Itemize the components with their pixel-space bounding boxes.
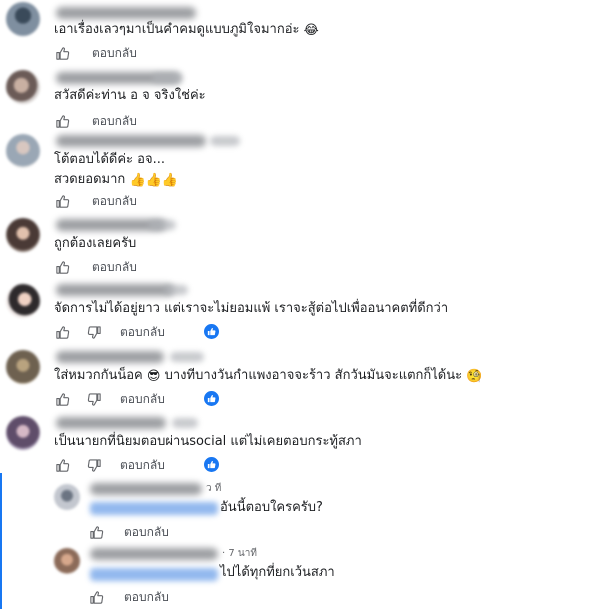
comment-text-part-1: ใส่หมวกกันน็อค (54, 368, 143, 383)
comment-text: ถูกต้องเลยครับ (54, 236, 137, 251)
comment-actions: ตอบกลับ (54, 456, 165, 474)
avatar[interactable] (6, 2, 40, 36)
avatar[interactable] (6, 134, 40, 168)
comment-text-content: เอาเรื่องเลวๆมาเป็นคำคมดูแบบภูมิใจมากอ่ะ (54, 22, 300, 37)
comment-actions: ตอบกลับ (54, 44, 137, 62)
comment-time[interactable] (152, 73, 182, 83)
thumbs-up-icon[interactable] (54, 324, 70, 340)
reply-button[interactable]: ตอบกลับ (124, 523, 169, 542)
comment-text-line-1: โต้ตอบได้ดีค่ะ อจ... (54, 152, 165, 167)
comment-text: ไปได้ทุกที่ยกเว้นสภา (220, 565, 335, 580)
avatar[interactable] (6, 284, 40, 318)
monocle-emoji-icon: 🧐 (466, 369, 483, 384)
avatar[interactable] (6, 70, 40, 104)
comment-text-part-2: บางทีบางวันกำแพงอาจจะร้าว สักวันมันจะแตก… (164, 368, 463, 383)
commenter-name[interactable] (56, 135, 206, 147)
comment-time[interactable]: · 7 นาที (222, 546, 257, 561)
reply-button[interactable]: ตอบกลับ (92, 192, 137, 211)
thumbs-down-icon[interactable] (86, 457, 102, 473)
comment-actions: ตอบกลับ (54, 112, 137, 130)
commenter-name[interactable] (90, 483, 202, 495)
comment-time[interactable] (210, 136, 240, 146)
thumbs-up-icon[interactable] (88, 524, 104, 540)
comment-text: อันนี้ตอบใครครับ? (220, 500, 323, 515)
comment-time[interactable]: ว ที (206, 481, 221, 496)
thumbs-up-icon[interactable] (54, 391, 70, 407)
comment-text: เอาเรื่องเลวๆมาเป็นคำคมดูแบบภูมิใจมากอ่ะ… (54, 20, 319, 40)
reply-button[interactable]: ตอบกลับ (120, 456, 165, 475)
avatar[interactable] (6, 350, 40, 384)
sunglasses-emoji-icon: 😎 (146, 369, 161, 384)
reply-button[interactable]: ตอบกลับ (92, 258, 137, 277)
comment-text-content: สวดยอดมาก (54, 172, 126, 187)
mention-link[interactable] (90, 568, 218, 581)
thumbs-up-emoji-icon: 👍👍👍 (129, 173, 178, 188)
thumbs-down-icon[interactable] (86, 324, 102, 340)
comment-text: โต้ตอบได้ดีค่ะ อจ... สวดยอดมาก 👍👍👍 (54, 150, 178, 190)
reply-button[interactable]: ตอบกลับ (124, 588, 169, 607)
commenter-name[interactable] (56, 7, 196, 19)
avatar[interactable] (54, 548, 80, 574)
laughing-emoji-icon: 😂 (303, 23, 319, 38)
comment-text: ใส่หมวกกันน็อค 😎 บางทีบางวันกำแพงอาจจะร้… (54, 366, 482, 386)
like-reaction-icon[interactable] (204, 457, 219, 472)
reply-button[interactable]: ตอบกลับ (120, 390, 165, 409)
thumbs-up-icon[interactable] (54, 113, 70, 129)
comment-actions: ตอบกลับ (54, 323, 165, 341)
thumbs-down-icon[interactable] (86, 391, 102, 407)
comment-actions: ตอบกลับ (88, 523, 169, 541)
comment-actions: ตอบกลับ (88, 588, 169, 606)
thumbs-up-icon[interactable] (54, 457, 70, 473)
avatar[interactable] (6, 416, 40, 450)
comment-time[interactable] (148, 220, 176, 230)
avatar[interactable] (54, 484, 80, 510)
reply-button[interactable]: ตอบกลับ (120, 323, 165, 342)
reply-button[interactable]: ตอบกลับ (92, 44, 137, 63)
comment-text: เป็นนายกที่นิยมตอบผ่านsocial แต่ไม่เคยตอ… (54, 434, 362, 449)
commenter-name[interactable] (56, 351, 164, 363)
commenter-name[interactable] (56, 417, 166, 429)
comment-text: จัดการไม่ได้อยู่ยาว แต่เราจะไม่ยอมแพ้ เร… (54, 301, 449, 316)
thumbs-up-icon[interactable] (54, 259, 70, 275)
thumbs-up-icon[interactable] (54, 45, 70, 61)
thumbs-up-icon[interactable] (54, 193, 70, 209)
like-reaction-icon[interactable] (204, 391, 219, 406)
comment-time[interactable] (170, 352, 204, 362)
comment-actions: ตอบกลับ (54, 192, 137, 210)
comment-time[interactable] (172, 418, 198, 428)
avatar[interactable] (6, 218, 40, 252)
comment-time[interactable] (164, 285, 188, 295)
comment-actions: ตอบกลับ (54, 390, 165, 408)
comment-actions: ตอบกลับ (54, 258, 137, 276)
like-reaction-icon[interactable] (204, 324, 219, 339)
thumbs-up-icon[interactable] (88, 589, 104, 605)
commenter-name[interactable] (56, 284, 174, 296)
comment-text: สวัสดีค่ะท่าน อ จ จริงใช่ค่ะ (54, 88, 206, 103)
reply-button[interactable]: ตอบกลับ (92, 112, 137, 131)
comment-text-line-2: สวดยอดมาก 👍👍👍 (54, 170, 178, 190)
mention-link[interactable] (90, 502, 218, 515)
commenter-name[interactable] (90, 548, 218, 560)
reply-thread-line (0, 473, 2, 609)
